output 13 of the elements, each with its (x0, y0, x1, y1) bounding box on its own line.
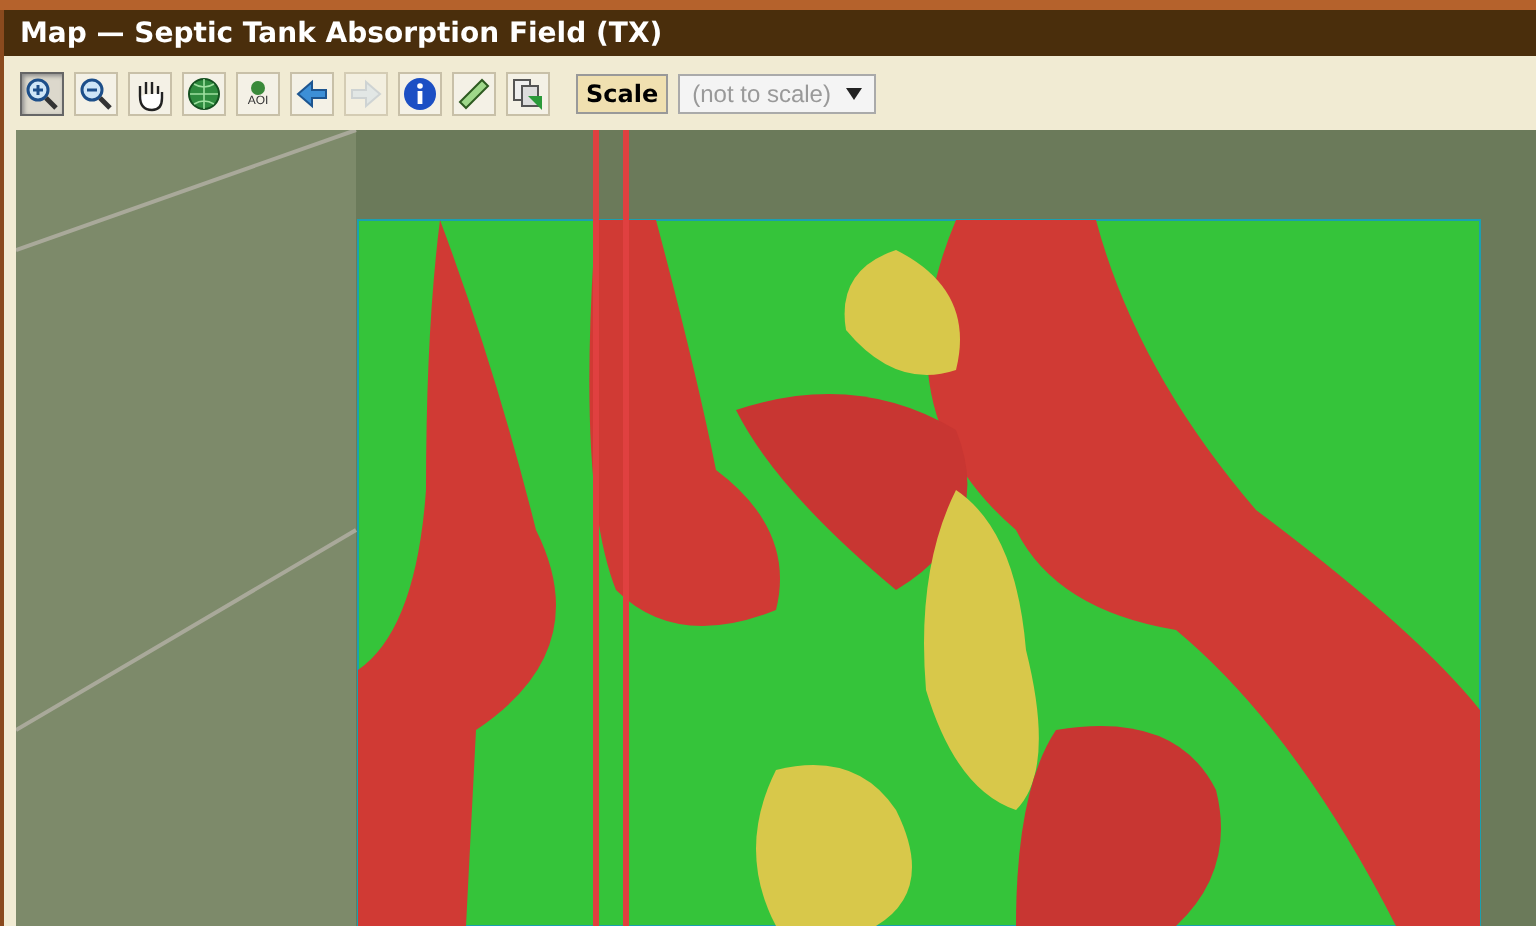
globe-button[interactable] (182, 71, 226, 115)
dot-icon (250, 79, 266, 95)
copy-button[interactable] (506, 71, 550, 115)
zoom-out-button[interactable] (74, 71, 118, 115)
measure-button[interactable] (452, 71, 496, 115)
info-button[interactable] (398, 71, 442, 115)
caret-icon (846, 87, 863, 99)
soil-map-drawing[interactable] (16, 130, 1536, 926)
back-button[interactable] (290, 71, 334, 115)
zoom-in-button[interactable] (20, 71, 64, 115)
pan-button[interactable] (128, 71, 172, 115)
scale-button[interactable]: Scale (576, 73, 669, 113)
window-title: Map — Septic Tank Absorption Field (TX) (20, 17, 663, 49)
